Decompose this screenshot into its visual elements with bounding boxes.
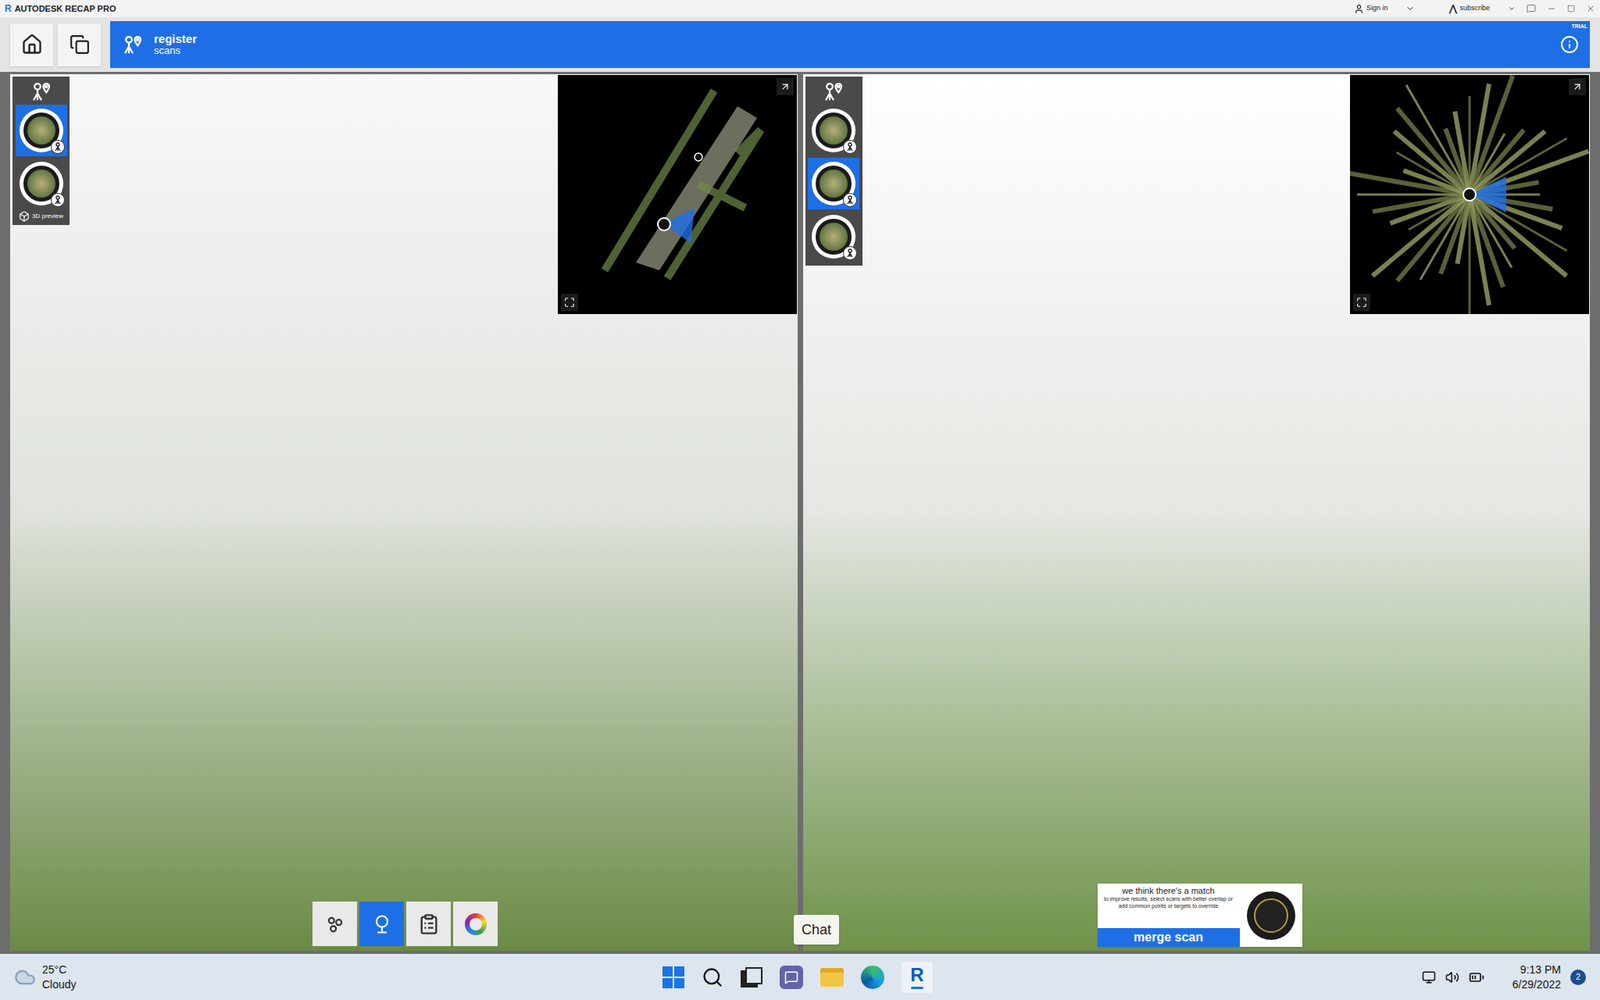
chat-icon — [784, 970, 799, 985]
point-cloud-plan-icon — [1350, 75, 1590, 315]
start-icon[interactable] — [662, 966, 685, 989]
maximize-icon — [564, 296, 575, 308]
match-title: we think there's a match — [1121, 885, 1215, 897]
app-window: RAUTODESK RECAP PROSign in⋀subscriberegi… — [0, 0, 1600, 1000]
reference-scan-view[interactable]: 3D preview — [10, 74, 798, 951]
tool-button[interactable] — [453, 901, 498, 947]
scan-thumbnail[interactable] — [15, 157, 68, 210]
scan-list: 3D preview — [12, 76, 70, 225]
search-icon[interactable] — [701, 966, 724, 989]
scan-thumbnail[interactable] — [807, 157, 860, 210]
tripod-icon — [845, 195, 855, 205]
mode-title: register — [153, 32, 197, 47]
teams-chat-icon[interactable] — [779, 965, 804, 990]
popout-icon — [779, 81, 791, 93]
documents-icon — [69, 34, 90, 55]
chat-tooltip: Chat — [793, 914, 840, 945]
maximize-button[interactable] — [560, 293, 579, 311]
target-scan-view[interactable]: we think there's a matchto improve resul… — [803, 74, 1591, 951]
color-icon — [464, 913, 487, 936]
scan-thumbnail[interactable] — [807, 104, 860, 157]
display-icon[interactable] — [1421, 970, 1436, 985]
chevron-down-icon — [1507, 4, 1516, 13]
system-tray: 9:13 PM6/29/2022 2 — [1421, 962, 1586, 991]
match-panel: we think there's a matchto improve resul… — [1097, 883, 1303, 947]
battery-icon[interactable] — [1468, 969, 1485, 986]
minimize-icon[interactable] — [1546, 3, 1557, 14]
taskbar: 25°CCloudy R 9:13 PM6/29/2022 2 — [0, 953, 1600, 1000]
tool-button[interactable] — [406, 901, 451, 947]
register-icon — [29, 79, 54, 104]
mode-subtitle: scans — [153, 45, 197, 57]
taskbar-apps: R — [662, 953, 933, 1000]
tool-button[interactable] — [359, 901, 404, 947]
weather-widget[interactable]: 25°CCloudy — [14, 962, 77, 991]
edge-icon[interactable] — [860, 965, 885, 990]
app-logo: R — [4, 1, 12, 16]
register-icon — [821, 79, 846, 104]
minimap[interactable] — [557, 75, 797, 315]
popout-button[interactable] — [776, 78, 794, 96]
clock[interactable]: 9:13 PM6/29/2022 — [1512, 962, 1561, 991]
chevron-down-icon — [1405, 3, 1415, 14]
point-cloud-plan-icon — [557, 75, 797, 315]
minimap[interactable] — [1350, 75, 1590, 315]
match-preview[interactable] — [1239, 883, 1303, 947]
info-icon[interactable] — [1560, 35, 1579, 54]
user-icon — [1353, 3, 1365, 15]
tool-button[interactable] — [312, 901, 358, 947]
view-tools — [312, 901, 498, 947]
messages-icon[interactable] — [1526, 3, 1536, 14]
projects-button[interactable] — [57, 23, 101, 67]
popout-button[interactable] — [1568, 78, 1586, 96]
tripod-icon — [845, 142, 855, 152]
close-icon[interactable] — [1585, 3, 1596, 14]
cube-icon — [18, 210, 30, 222]
cloud-icon — [14, 966, 36, 989]
home-icon — [21, 33, 43, 56]
scan-list — [805, 76, 863, 266]
notification-badge[interactable]: 2 — [1570, 969, 1586, 986]
scan-thumbnail[interactable] — [807, 210, 860, 263]
sign-in-button[interactable]: Sign in — [1353, 3, 1416, 15]
file-explorer-icon[interactable] — [820, 967, 844, 987]
window-title: AUTODESK RECAP PRO — [14, 2, 117, 16]
maximize-icon — [1356, 296, 1368, 308]
tripod-icon — [53, 142, 63, 152]
scan-thumbnail[interactable] — [15, 104, 68, 157]
register-icon — [121, 32, 145, 57]
home-button[interactable] — [10, 23, 54, 67]
app-header: registerscans TRIAL — [0, 17, 1600, 72]
match-hint: to improve results, select scans with be… — [1100, 896, 1237, 910]
title-bar: RAUTODESK RECAP PRO Sign in ⋀subscribe — [0, 0, 1600, 18]
trial-badge: TRIAL — [1571, 22, 1588, 32]
workspace: 3D preview we think there's a matchto imp… — [0, 71, 1600, 954]
task-view-icon[interactable] — [740, 967, 763, 988]
merge-scan-button[interactable]: merge scan — [1097, 928, 1240, 947]
recap-taskbar-button[interactable]: R — [901, 961, 933, 993]
report-icon — [417, 913, 440, 936]
subscribe-button[interactable]: ⋀subscribe — [1449, 1, 1516, 16]
tripod-icon — [845, 248, 855, 258]
volume-icon[interactable] — [1445, 970, 1460, 985]
3d-preview-button[interactable]: 3D preview — [17, 210, 65, 222]
mode-bar: registerscans TRIAL — [110, 21, 1590, 68]
popout-icon — [1571, 81, 1583, 93]
restore-icon[interactable] — [1567, 4, 1575, 13]
maximize-button[interactable] — [1353, 293, 1371, 311]
targets-icon — [324, 913, 347, 936]
tripod-icon — [53, 195, 63, 205]
view-icon — [371, 913, 393, 936]
